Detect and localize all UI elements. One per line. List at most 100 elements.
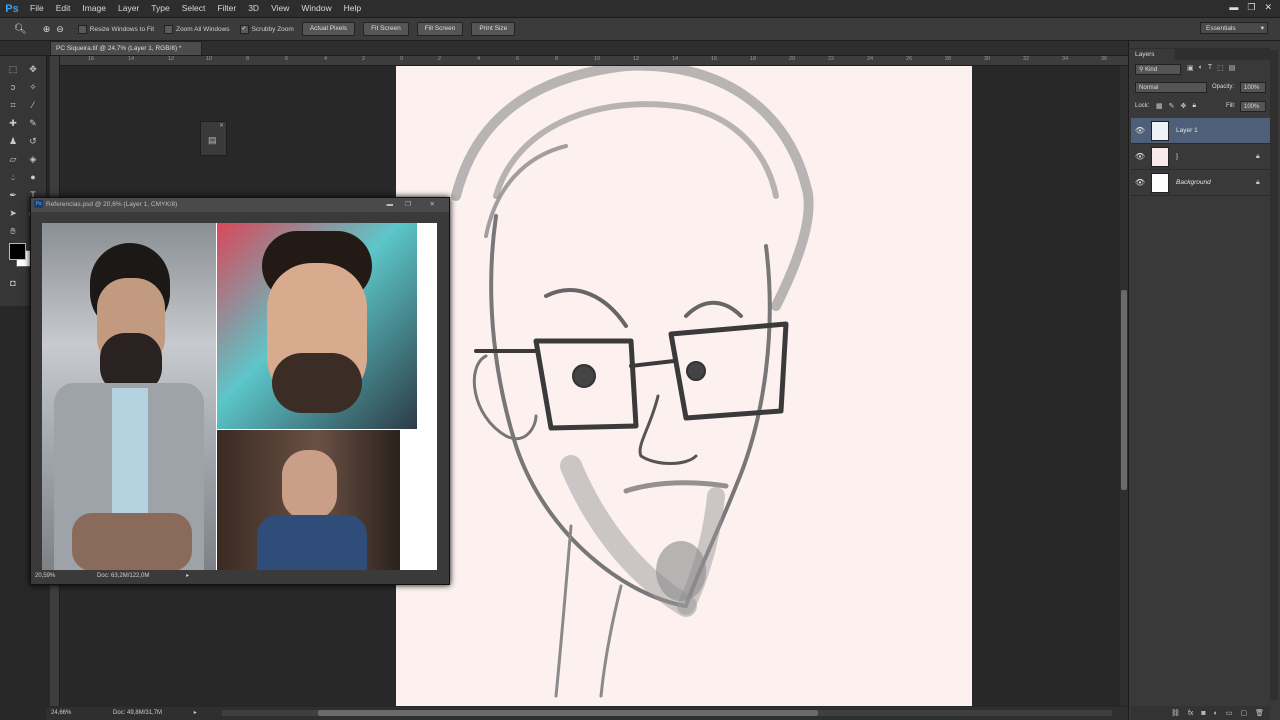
- lock-position-icon[interactable]: ✥: [1181, 102, 1187, 110]
- filter-smart-object-icon[interactable]: ▤: [1229, 64, 1236, 75]
- zoom-all-windows-checkbox[interactable]: Zoom All Windows: [164, 24, 230, 34]
- minimize-icon[interactable]: ▬: [387, 198, 394, 212]
- menu-file[interactable]: File: [24, 0, 50, 17]
- ruler-tick: 10: [594, 56, 601, 62]
- menu-filter[interactable]: Filter: [211, 0, 242, 17]
- reference-window-titlebar[interactable]: Ps Referencias.psd @ 20,6% (Layer 1, CMYK…: [31, 198, 449, 212]
- layer-name[interactable]: Layer 1: [1176, 127, 1270, 134]
- layer-row[interactable]: 👁︎ Background 🔒︎: [1131, 170, 1270, 196]
- menu-image[interactable]: Image: [76, 0, 112, 17]
- workspace-select[interactable]: Essentials ▾: [1200, 22, 1268, 34]
- filter-pixel-icon[interactable]: ▣: [1187, 64, 1194, 75]
- magic-wand-icon[interactable]: ✧: [26, 80, 40, 94]
- menu-type[interactable]: Type: [145, 0, 175, 17]
- filter-shape-icon[interactable]: ⬚: [1217, 64, 1224, 75]
- marquee-tool-icon[interactable]: ⬚: [6, 62, 20, 76]
- filter-type-icon[interactable]: T: [1208, 64, 1212, 75]
- fit-screen-button[interactable]: Fit Screen: [363, 22, 409, 36]
- resize-windows-checkbox[interactable]: Resize Windows to Fit: [77, 24, 154, 34]
- link-layers-icon[interactable]: ⛓: [1171, 709, 1180, 717]
- menu-3d[interactable]: 3D: [242, 0, 265, 17]
- print-size-button[interactable]: Print Size: [471, 22, 516, 36]
- restore-icon[interactable]: ❐: [1247, 2, 1255, 13]
- menu-window[interactable]: Window: [295, 0, 337, 17]
- pen-tool-icon[interactable]: ✒: [6, 188, 20, 202]
- brush-preset-icon[interactable]: ▤: [208, 135, 217, 146]
- vertical-scroll-thumb[interactable]: [1121, 290, 1127, 490]
- ruler-tick: 36: [1101, 56, 1108, 62]
- reference-zoom-value[interactable]: 20,59%: [35, 573, 55, 579]
- doc-size: Doc: 49,8M/31,7M: [113, 710, 163, 716]
- check-icon: ✓: [239, 24, 249, 34]
- layers-tab[interactable]: Layers: [1130, 49, 1175, 60]
- hand-tool-icon[interactable]: ✋︎: [6, 224, 20, 238]
- minimize-icon[interactable]: ▬: [1229, 2, 1238, 13]
- foreground-color-swatch-front[interactable]: [9, 243, 26, 260]
- blend-mode-select[interactable]: Normal: [1135, 82, 1207, 93]
- lock-all-icon[interactable]: 🔒︎: [1192, 102, 1196, 110]
- opacity-value: 100%: [1244, 85, 1260, 91]
- lock-image-icon[interactable]: ✎: [1169, 102, 1175, 110]
- menu-help[interactable]: Help: [338, 0, 367, 17]
- eyedropper-icon[interactable]: ⁄: [26, 98, 40, 112]
- paint-bucket-icon[interactable]: ◈: [26, 152, 40, 166]
- layer-style-icon[interactable]: fx: [1188, 710, 1193, 717]
- layer-name[interactable]: ]: [1176, 153, 1256, 160]
- restore-icon[interactable]: ❐: [405, 198, 411, 212]
- add-mask-icon[interactable]: ◙: [1201, 710, 1205, 717]
- document-tab[interactable]: PC Siqueira.tif @ 24,7% (Layer 1, RGB/8)…: [50, 41, 202, 55]
- visibility-eye-icon[interactable]: 👁︎: [1131, 152, 1149, 161]
- collapsed-panel[interactable]: ✕ ▤: [200, 121, 227, 156]
- blend-mode-value: Normal: [1139, 85, 1159, 91]
- brush-tool-icon[interactable]: ✎: [26, 116, 40, 130]
- new-group-icon[interactable]: ▭: [1226, 709, 1233, 717]
- zoom-tool-icon[interactable]: 🔍︎: [14, 24, 27, 35]
- visibility-eye-icon[interactable]: 👁︎: [1131, 126, 1149, 135]
- fill-input[interactable]: 100%: [1240, 101, 1266, 112]
- canvas[interactable]: [396, 66, 972, 706]
- move-tool-icon[interactable]: ✥: [26, 62, 40, 76]
- lasso-tool-icon[interactable]: ↄ: [6, 80, 20, 94]
- play-icon[interactable]: ▸: [186, 573, 189, 579]
- window-controls: ▬ ❐ ✕: [1229, 2, 1272, 13]
- adjustment-layer-icon[interactable]: ◐: [1214, 710, 1218, 717]
- ruler-tick: 4: [324, 56, 328, 62]
- horizontal-scroll-thumb[interactable]: [318, 710, 818, 716]
- reference-document-window[interactable]: Ps Referencias.psd @ 20,6% (Layer 1, CMYK…: [30, 197, 450, 585]
- scrubby-zoom-checkbox[interactable]: ✓ Scrubby Zoom: [239, 24, 294, 34]
- lock-transparent-icon[interactable]: ▦: [1156, 102, 1163, 110]
- panel-close-icon[interactable]: ✕: [219, 122, 224, 129]
- fill-screen-button[interactable]: Fill Screen: [416, 22, 464, 36]
- path-selection-icon[interactable]: ➤: [6, 206, 20, 220]
- menu-select[interactable]: Select: [176, 0, 212, 17]
- menu-view[interactable]: View: [265, 0, 295, 17]
- play-icon[interactable]: ▸: [194, 710, 197, 716]
- eraser-icon[interactable]: ▱: [6, 152, 20, 166]
- blur-tool-icon[interactable]: 💧︎: [6, 170, 20, 184]
- dodge-tool-icon[interactable]: ●: [26, 170, 40, 184]
- crop-tool-icon[interactable]: ⌗: [6, 98, 20, 112]
- close-icon[interactable]: ✕: [430, 198, 435, 212]
- quick-mask-icon[interactable]: ◘: [6, 276, 20, 290]
- close-icon[interactable]: ✕: [1264, 2, 1272, 13]
- delete-layer-icon[interactable]: 🗑︎: [1255, 709, 1264, 717]
- opacity-input[interactable]: 100%: [1240, 82, 1266, 93]
- visibility-eye-icon[interactable]: 👁︎: [1131, 178, 1149, 187]
- zoom-out-icon[interactable]: ⊖: [56, 24, 64, 35]
- zoom-in-icon[interactable]: ⊕: [43, 24, 51, 35]
- clone-stamp-icon[interactable]: ♟: [6, 134, 20, 148]
- layer-row[interactable]: 👁︎ Layer 1: [1131, 118, 1270, 144]
- menu-edit[interactable]: Edit: [50, 0, 77, 17]
- history-brush-icon[interactable]: ↺: [26, 134, 40, 148]
- layer-name[interactable]: Background: [1176, 179, 1256, 186]
- panel-scrollbar[interactable]: [1270, 50, 1278, 700]
- layer-row[interactable]: 👁︎ ] 🔒︎: [1131, 144, 1270, 170]
- zoom-value[interactable]: 24,66%: [51, 710, 71, 716]
- actual-pixels-button[interactable]: Actual Pixels: [301, 22, 356, 36]
- healing-brush-icon[interactable]: ✚: [6, 116, 20, 130]
- reference-canvas[interactable]: [42, 223, 437, 571]
- new-layer-icon[interactable]: ▢: [1240, 709, 1247, 717]
- filter-adjustment-icon[interactable]: ◐: [1199, 64, 1203, 75]
- kind-filter-select[interactable]: ⚲ Kind: [1135, 64, 1181, 75]
- menu-layer[interactable]: Layer: [112, 0, 145, 17]
